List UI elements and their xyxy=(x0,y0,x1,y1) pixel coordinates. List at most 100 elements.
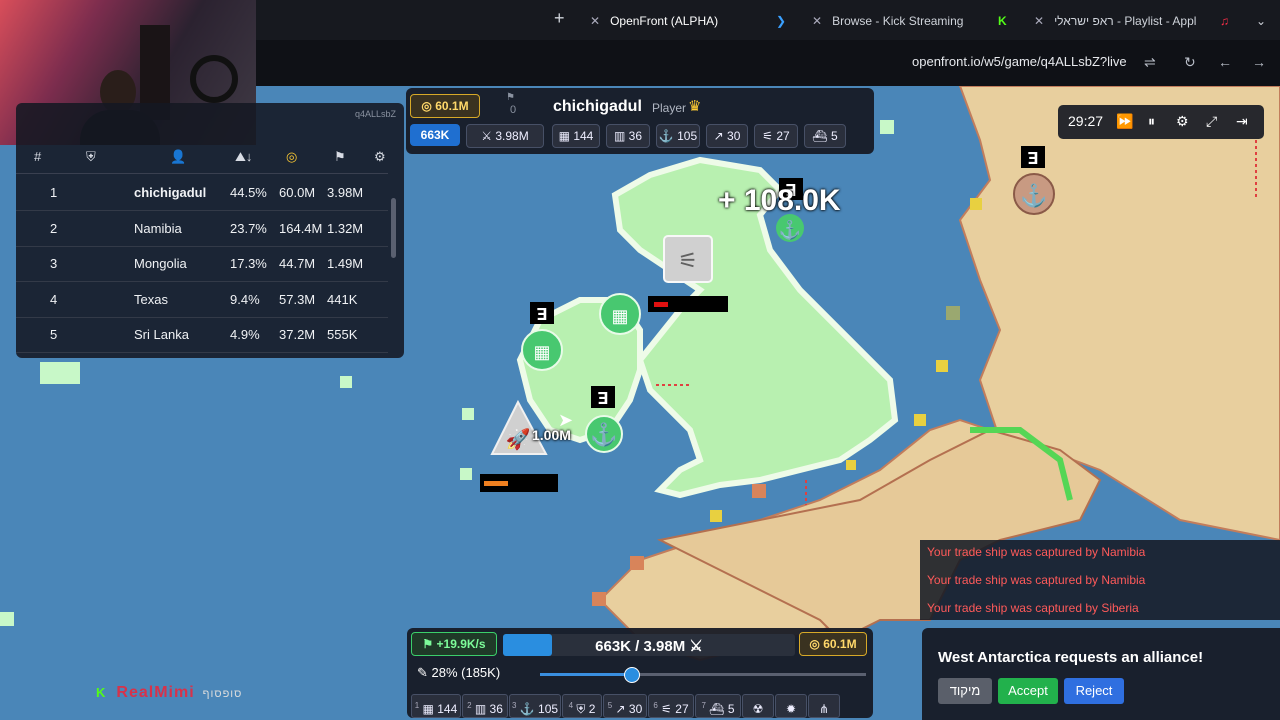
port-icon[interactable]: ⚓ xyxy=(585,415,623,453)
factory-icon[interactable]: ▦ xyxy=(599,293,641,335)
population-counter: 663K xyxy=(410,124,460,146)
chevron-down-icon[interactable]: ⌄ xyxy=(1256,8,1266,34)
ships-value: 5 xyxy=(830,129,838,143)
gear-icon[interactable]: ⚙ xyxy=(1176,113,1189,130)
unit-count: 36 xyxy=(489,702,503,716)
population-text: 663K / 3.98M xyxy=(595,638,686,655)
gold-value: 60.1M xyxy=(435,99,469,113)
cell-percent: 9.4% xyxy=(230,291,260,307)
tab-apple-music[interactable]: ✕ ראפ ישראלי - Playlist - Appl xyxy=(1034,8,1196,34)
cell-percent: 17.3% xyxy=(230,256,267,271)
pause-icon[interactable]: ⏸ xyxy=(1148,113,1155,130)
table-row[interactable]: 2 Namibia 23.7% 164.4M 1.32M xyxy=(16,211,388,247)
cities-value: 144 xyxy=(573,129,594,143)
scrollbar[interactable] xyxy=(391,198,396,258)
troops-value: 3.98M xyxy=(495,129,529,143)
unit-count: 144 xyxy=(437,702,458,716)
svg-text:Ǝ: Ǝ xyxy=(598,390,609,410)
sam-launcher-icon[interactable]: ⚟ xyxy=(663,235,713,283)
notification: Your trade ship was captured by Siberia xyxy=(927,601,1139,615)
build-nuke-button[interactable]: ☢ xyxy=(742,694,774,718)
attack-ratio-slider[interactable] xyxy=(540,667,866,683)
music-favicon-icon: ♫ xyxy=(1220,14,1229,28)
url-field[interactable]: openfront.io/w5/game/q4ALLsbZ?live xyxy=(912,54,1127,69)
attacking-troops: 0 xyxy=(510,104,517,116)
reload-icon[interactable]: ↻ xyxy=(1184,54,1196,71)
game-id: q4ALLsbZ xyxy=(354,109,396,119)
gear-icon[interactable]: ⚙ xyxy=(374,149,386,165)
port-icon: ⚓ xyxy=(516,702,539,716)
fast-forward-icon[interactable]: ⏩ xyxy=(1116,113,1133,130)
gold-value: 60.1M xyxy=(823,637,857,651)
mirv-icon: ⋔ xyxy=(818,702,830,716)
factory-icon[interactable]: ▦ xyxy=(521,329,563,371)
cities-counter: ▦ 144 xyxy=(552,124,600,148)
cell-name: chichigadul xyxy=(134,185,207,200)
exit-icon[interactable]: ⇥ xyxy=(1236,113,1248,130)
game-controls: 29:27 ⏩ ⏸ ⚙ ⤢ ⇥ xyxy=(1058,105,1264,139)
build-port-button[interactable]: 3 ⚓ 105 xyxy=(509,694,561,718)
tab-kick[interactable]: ✕ Browse - Kick Streaming xyxy=(812,8,963,34)
missiles-value: 30 xyxy=(727,129,741,143)
cell-gold: 37.2M xyxy=(279,327,316,342)
territory-sort-icon[interactable]: ⛰↓ xyxy=(235,149,252,165)
focus-button[interactable]: מיקוד xyxy=(938,678,992,704)
kick-logo-icon: K xyxy=(96,685,107,700)
build-factory-button[interactable]: 2 ▥ 36 xyxy=(462,694,508,718)
gold-icon[interactable]: ◎ xyxy=(286,149,297,165)
cell-gold: 44.7M xyxy=(279,256,316,271)
close-icon[interactable]: ✕ xyxy=(812,14,822,28)
table-row[interactable]: 4 Texas 9.4% 57.3M 441K xyxy=(16,282,388,318)
kick-favicon-icon: K xyxy=(998,14,1007,28)
rank-header: # xyxy=(34,149,42,164)
unit-count: 2 xyxy=(588,702,596,716)
table-row[interactable]: 1 chichigadul 44.5% 60.0M 3.98M xyxy=(16,175,388,211)
table-row[interactable]: 3 Mongolia 17.3% 44.7M 1.49M xyxy=(16,246,388,282)
site-settings-icon[interactable]: ⇌ xyxy=(1144,54,1156,71)
notification: Your trade ship was captured by Namibia xyxy=(927,545,1146,559)
build-city-button[interactable]: 1 ▦ 144 xyxy=(411,694,461,718)
alliance-request-panel: West Antarctica requests an alliance! מי… xyxy=(922,628,1280,720)
close-icon[interactable]: ✕ xyxy=(590,14,600,28)
cell-gold: 57.3M xyxy=(279,291,316,307)
tab-openfront[interactable]: ✕ OpenFront (ALPHA) xyxy=(590,8,718,34)
build-defense-post-button[interactable]: 4 ⛨ 2 xyxy=(562,694,602,718)
new-tab-button[interactable]: + xyxy=(554,5,565,31)
svg-text:Ǝ: Ǝ xyxy=(1028,150,1039,170)
sams-counter: ⚟ 27 xyxy=(754,124,798,148)
troops-counter: ⚔ 3.98M xyxy=(466,124,544,148)
troops-icon: ⚑ xyxy=(506,92,515,103)
build-sam-launcher-button[interactable]: 6 ⚟ 27 xyxy=(648,694,694,718)
troops-icon[interactable]: ⚑ xyxy=(334,149,346,165)
missiles-counter: ↗ 30 xyxy=(706,124,748,148)
build-missile-silo-button[interactable]: 5 ↗ 30 xyxy=(603,694,647,718)
reject-button[interactable]: Reject xyxy=(1064,678,1124,704)
slider-fill xyxy=(540,673,632,676)
table-row[interactable]: 5 Sri Lanka 4.9% 37.2M 555K xyxy=(16,317,388,353)
ships-counter: ⛴ 5 xyxy=(804,124,846,148)
sams-value: 27 xyxy=(776,129,790,143)
port-icon[interactable]: ⚓ xyxy=(776,214,804,242)
cell-gold: 164.4M xyxy=(279,220,323,236)
unit-count: 30 xyxy=(628,702,643,716)
slider-knob[interactable] xyxy=(624,667,641,683)
player-icon[interactable]: 👤 xyxy=(170,149,186,165)
build-mirv-button[interactable]: ⋔ xyxy=(808,694,840,718)
player-name: chichigadul xyxy=(553,98,642,115)
flag-icon[interactable]: ⛨ xyxy=(86,149,96,165)
accept-button[interactable]: Accept xyxy=(998,678,1058,704)
build-hydrogen-bomb-button[interactable]: ✹ xyxy=(775,694,807,718)
streamer-name: RealMimi xyxy=(116,684,195,701)
ports-value: 105 xyxy=(677,129,698,143)
build-warship-button[interactable]: 7 ⛴ 5 xyxy=(695,694,741,718)
cell-percent: 23.7% xyxy=(230,220,267,236)
close-icon[interactable]: ✕ xyxy=(1034,14,1044,28)
cell-rank: 5 xyxy=(50,327,58,342)
back-arrow-icon[interactable]: ← xyxy=(1218,54,1232,70)
event-log: Your trade ship was captured by Namibia … xyxy=(920,540,1280,620)
attack-ratio-value: 28% (185K) xyxy=(431,665,501,680)
cell-troops: 441K xyxy=(327,291,358,307)
fullscreen-icon[interactable]: ⤢ xyxy=(1206,113,1217,130)
defense-post-icon: ⛨ xyxy=(573,702,589,716)
forward-arrow-icon[interactable]: → xyxy=(1252,54,1266,70)
